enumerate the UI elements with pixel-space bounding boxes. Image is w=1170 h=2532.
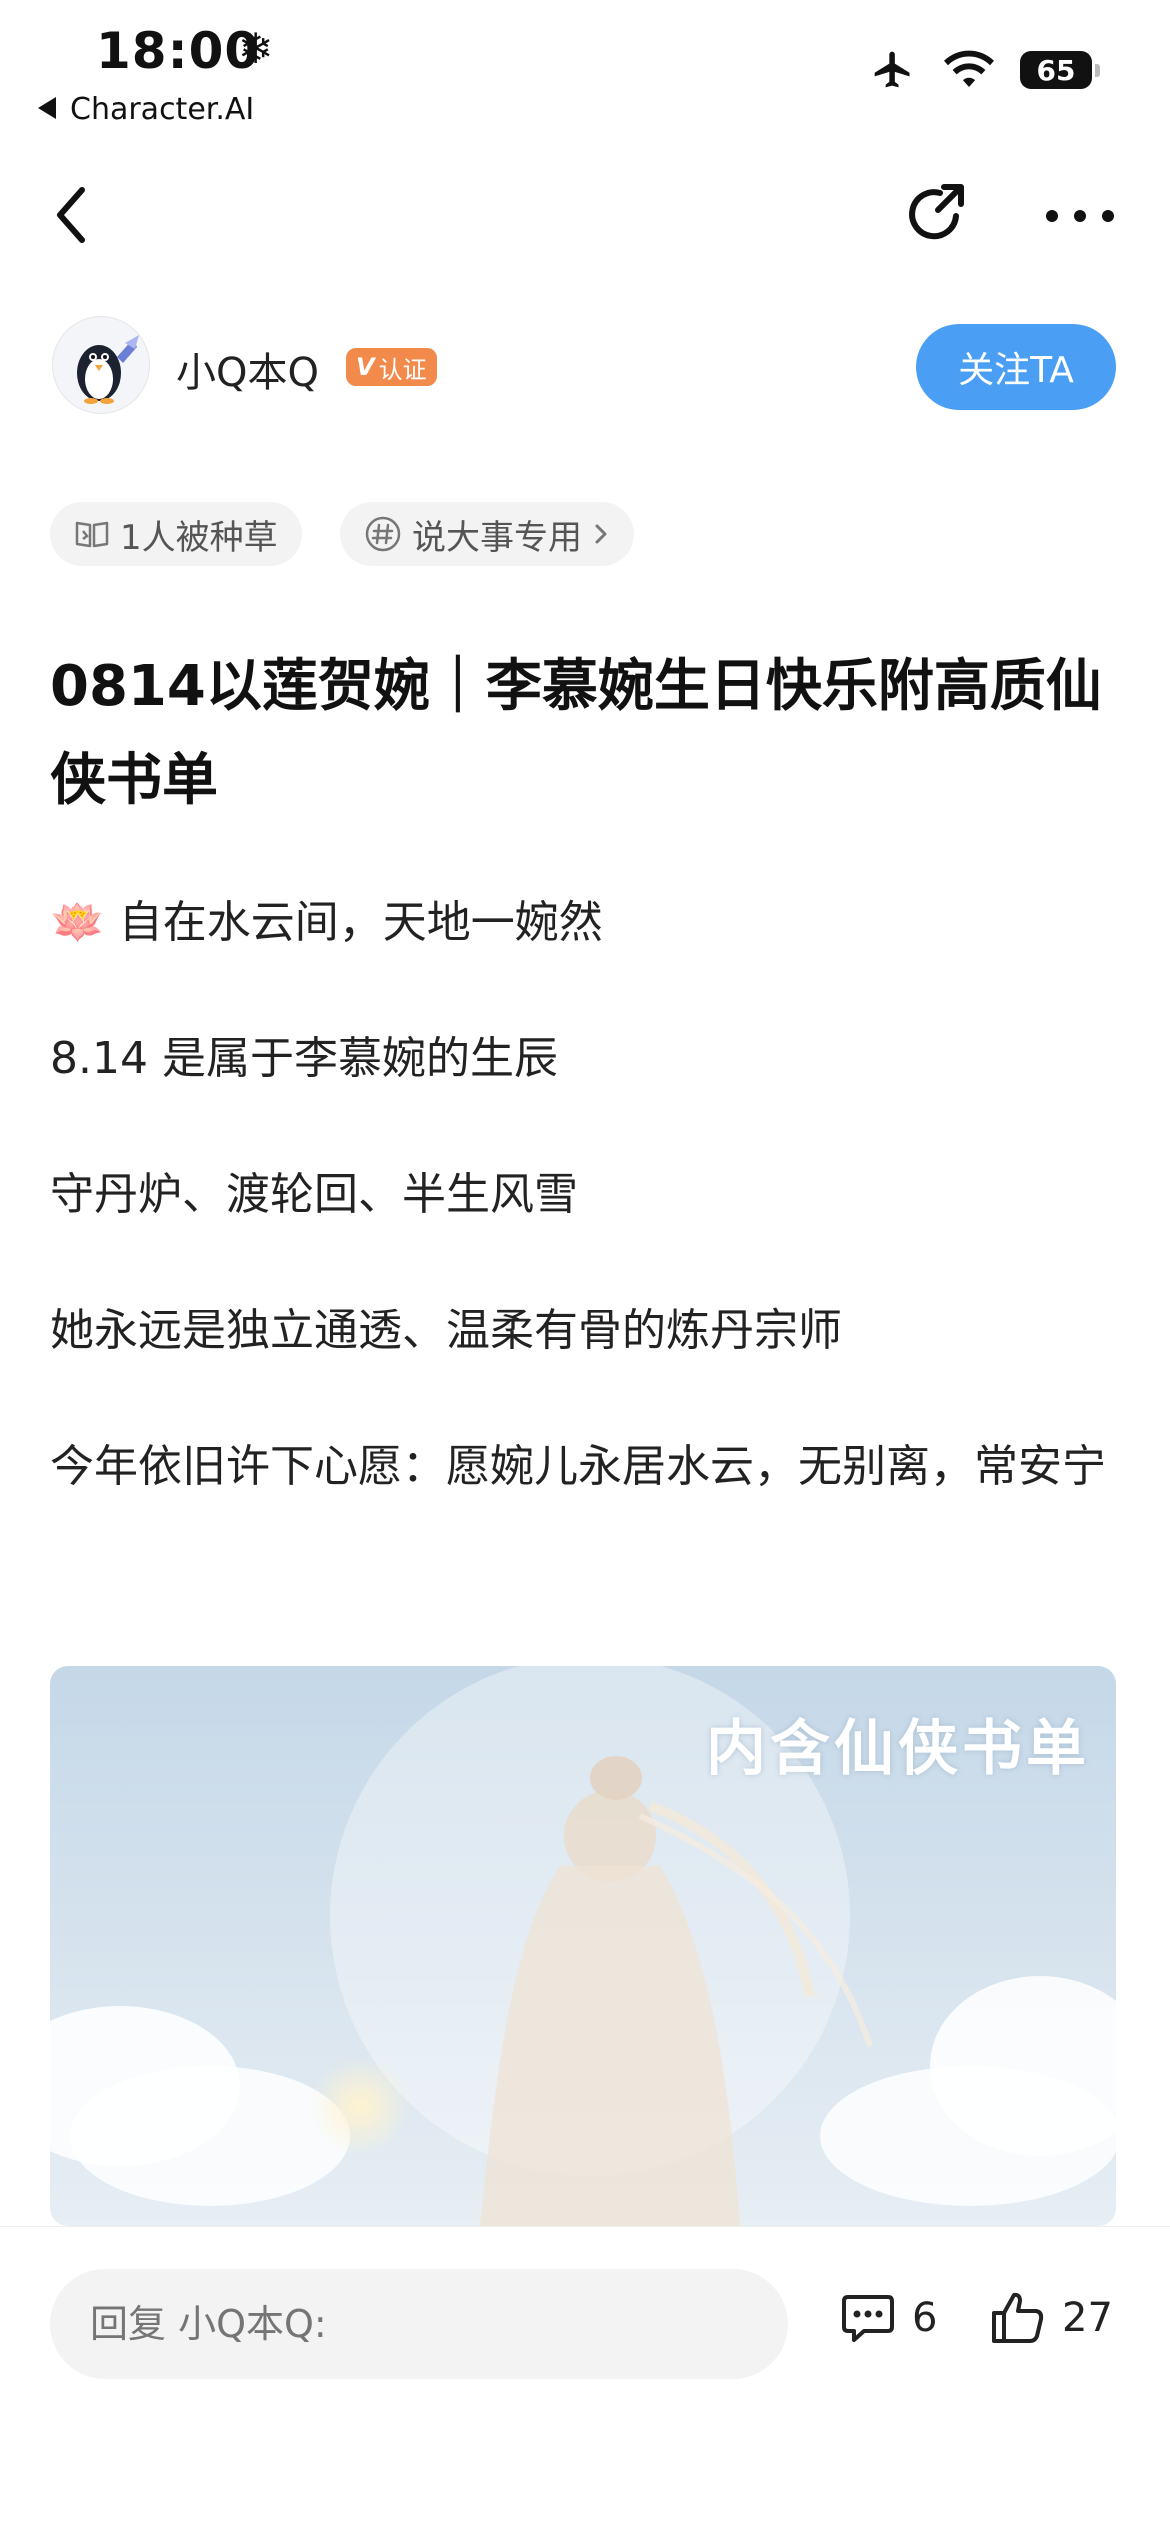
book-icon bbox=[75, 521, 109, 548]
thumbs-up-icon bbox=[992, 2292, 1044, 2343]
author-name[interactable]: 小Q本Q bbox=[176, 340, 319, 398]
bottom-action-bar: 6 27 bbox=[0, 2226, 1170, 2532]
follow-button[interactable]: 关注TA bbox=[916, 324, 1116, 410]
cover-label: 内含仙侠书单 bbox=[706, 1714, 1090, 1784]
comment-count: 6 bbox=[912, 2295, 938, 2341]
status-icons: 65 bbox=[868, 48, 1100, 92]
paragraph-3: 守丹炉、渡轮回、半生风雪 bbox=[50, 1169, 578, 1220]
comment-button[interactable]: 6 bbox=[840, 2291, 937, 2345]
post-detail-page: 18:00 ❄ Character.AI 65 小Q本Q V 认证 关注TA 1人… bbox=[0, 0, 1170, 2532]
chevron-right-icon bbox=[595, 524, 607, 544]
paragraph-2: 8.14 是属于李慕婉的生辰 bbox=[50, 1033, 558, 1084]
cover-image[interactable]: 内含仙侠书单 bbox=[50, 1666, 1116, 2226]
hash-icon bbox=[365, 516, 401, 552]
status-time: 18:00 bbox=[96, 22, 261, 80]
penguin-avatar-icon bbox=[77, 335, 139, 404]
more-icon[interactable] bbox=[1040, 196, 1120, 236]
airplane-icon bbox=[874, 51, 910, 88]
paragraph-1: 🪷 自在水云间，天地一婉然 bbox=[50, 878, 1130, 968]
tag-seeded-label: 1人被种草 bbox=[120, 517, 278, 558]
paragraph-5: 今年依旧许下心愿：愿婉儿永居水云，无别离，常安宁 bbox=[50, 1441, 1106, 1492]
comment-icon bbox=[842, 2295, 894, 2342]
tag-topic-label: 说大事专用 bbox=[412, 517, 582, 558]
wifi-icon bbox=[944, 50, 994, 87]
paragraph-4: 她永远是独立通透、温柔有骨的炼丹宗师 bbox=[50, 1305, 842, 1356]
like-count: 27 bbox=[1062, 2295, 1113, 2341]
post-title: 0814以莲贺婉｜李慕婉生日快乐附高质仙侠书单 bbox=[50, 654, 1102, 813]
battery-indicator: 65 bbox=[1020, 51, 1100, 89]
tag-seeded[interactable]: 1人被种草 bbox=[50, 502, 302, 566]
chevron-left-icon[interactable] bbox=[52, 180, 92, 250]
v-icon: V bbox=[356, 353, 375, 381]
like-button[interactable]: 27 bbox=[990, 2291, 1113, 2345]
reply-input[interactable] bbox=[50, 2269, 788, 2379]
tag-topic[interactable]: 说大事专用 bbox=[340, 502, 634, 566]
verified-badge: V 认证 bbox=[346, 348, 437, 386]
verified-label: 认证 bbox=[378, 355, 427, 384]
avatar[interactable] bbox=[52, 316, 150, 414]
back-to-app-link[interactable]: Character.AI bbox=[38, 92, 254, 127]
back-app-label: Character.AI bbox=[70, 92, 255, 127]
lotus-emoji: 🪷 bbox=[50, 897, 105, 948]
paragraph-1-text: 自在水云间，天地一婉然 bbox=[118, 897, 603, 948]
triangle-left-icon bbox=[38, 96, 56, 119]
share-icon[interactable] bbox=[900, 180, 970, 250]
snowflake-icon: ❄ bbox=[238, 24, 274, 73]
